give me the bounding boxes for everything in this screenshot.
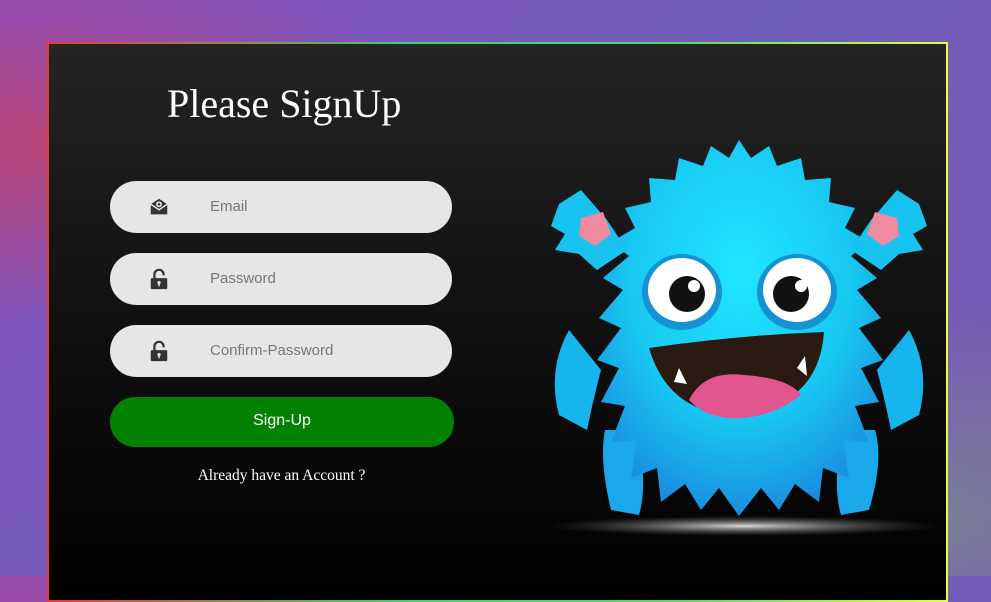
- confirm-password-field[interactable]: Confirm-Password: [110, 325, 452, 377]
- signup-card: Please SignUp Email Password Confirm-Pas…: [47, 42, 948, 602]
- confirm-password-input[interactable]: Confirm-Password: [210, 325, 333, 377]
- password-input[interactable]: Password: [210, 253, 276, 305]
- email-envelope-icon: [150, 198, 168, 215]
- email-field[interactable]: Email: [110, 181, 452, 233]
- login-link[interactable]: Already have an Account ?: [109, 467, 454, 485]
- signup-button[interactable]: Sign-Up: [110, 397, 454, 447]
- lock-icon: [150, 268, 168, 290]
- lock-icon: [150, 340, 168, 362]
- page-title: Please SignUp: [167, 81, 402, 126]
- email-input[interactable]: Email: [210, 181, 248, 233]
- monster-illustration: [549, 140, 939, 536]
- password-field[interactable]: Password: [110, 253, 452, 305]
